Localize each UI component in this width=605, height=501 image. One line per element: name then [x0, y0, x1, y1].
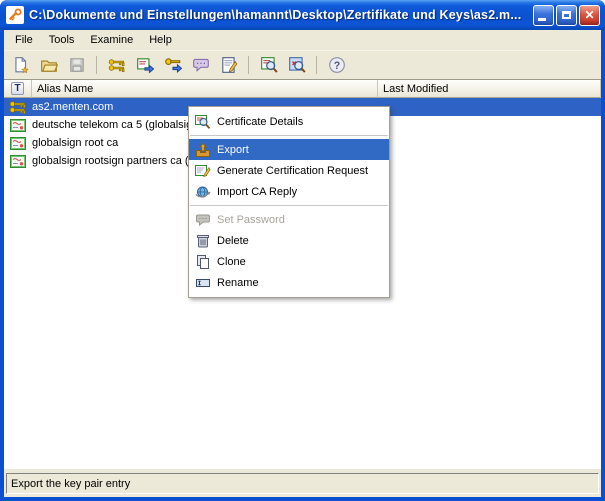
examine-certificate-button[interactable] — [257, 54, 280, 77]
clone-icon — [195, 254, 211, 270]
report-document-icon — [220, 56, 238, 74]
generate-csr-icon — [195, 163, 211, 179]
trusted-certificate-icon — [10, 119, 26, 132]
context-menu-label: Certificate Details — [217, 116, 303, 128]
import-certificate-icon — [136, 56, 154, 74]
context-menu-label: Set Password — [217, 214, 285, 226]
toolbar-separator — [316, 56, 317, 74]
menu-bar: File Tools Examine Help — [4, 30, 601, 50]
window-controls: ✕ — [533, 5, 600, 26]
help-button[interactable]: ? — [325, 54, 348, 77]
context-menu-label: Import CA Reply — [217, 186, 297, 198]
export-icon — [195, 142, 211, 158]
app-icon[interactable] — [6, 6, 24, 24]
menu-examine[interactable]: Examine — [82, 32, 141, 48]
maximize-button[interactable] — [556, 5, 577, 26]
examine-certificate-icon — [260, 56, 278, 74]
delete-trash-icon — [195, 233, 211, 249]
context-menu-item-clone[interactable]: Clone — [189, 251, 389, 272]
set-password-icon — [195, 212, 211, 228]
examine-crl-icon — [288, 56, 306, 74]
minimize-button[interactable] — [533, 5, 554, 26]
application-window: C:\Dokumente und Einstellungen\hamannt\D… — [0, 0, 605, 501]
context-menu-label: Delete — [217, 235, 249, 247]
context-menu-item-set-password: Set Password — [189, 209, 389, 230]
certificate-details-icon — [195, 114, 211, 130]
context-menu-label: Rename — [217, 277, 259, 289]
context-menu-item-generate-certification-request[interactable]: Generate Certification Request — [189, 160, 389, 181]
context-menu-separator — [190, 135, 388, 136]
type-column-icon: T — [11, 82, 24, 95]
import-key-pair-icon — [164, 56, 182, 74]
context-menu-item-export[interactable]: Export — [189, 139, 389, 160]
new-file-icon — [12, 56, 30, 74]
key-pair-entry-icon — [9, 100, 27, 114]
close-button[interactable]: ✕ — [579, 5, 600, 26]
portecle-key-icon — [8, 8, 22, 22]
context-menu-label: Export — [217, 144, 249, 156]
context-menu-separator — [190, 205, 388, 206]
password-bubble-icon — [192, 56, 210, 74]
generate-key-pair-button[interactable] — [105, 54, 128, 77]
context-menu-label: Generate Certification Request — [217, 165, 368, 177]
trusted-certificate-icon — [10, 137, 26, 150]
minimize-icon — [538, 18, 546, 21]
toolbar-separator — [248, 56, 249, 74]
import-trusted-certificate-button[interactable] — [133, 54, 156, 77]
set-keystore-password-button[interactable] — [189, 54, 212, 77]
open-folder-icon — [40, 56, 58, 74]
open-keystore-button[interactable] — [37, 54, 60, 77]
svg-text:?: ? — [333, 60, 340, 72]
menu-file[interactable]: File — [7, 32, 41, 48]
import-ca-reply-icon — [195, 184, 211, 200]
keystore-report-button[interactable] — [217, 54, 240, 77]
help-icon: ? — [328, 56, 346, 74]
maximize-icon — [562, 11, 571, 19]
context-menu-label: Clone — [217, 256, 246, 268]
column-header-type[interactable]: T — [4, 80, 32, 98]
context-menu-item-import-ca-reply[interactable]: Import CA Reply — [189, 181, 389, 202]
examine-crl-button[interactable] — [285, 54, 308, 77]
trusted-certificate-icon — [10, 155, 26, 168]
title-bar: C:\Dokumente und Einstellungen\hamannt\D… — [0, 0, 605, 30]
status-bar: Export the key pair entry — [4, 469, 601, 497]
import-key-pair-button[interactable] — [161, 54, 184, 77]
window-title: C:\Dokumente und Einstellungen\hamannt\D… — [29, 8, 528, 22]
context-menu-item-rename[interactable]: Rename — [189, 272, 389, 293]
close-icon: ✕ — [584, 9, 594, 21]
toolbar: ? — [4, 50, 601, 79]
toolbar-separator — [96, 56, 97, 74]
new-keystore-button[interactable] — [9, 54, 32, 77]
context-menu: Certificate Details Export Generate Cert… — [188, 106, 390, 298]
status-text: Export the key pair entry — [6, 473, 599, 494]
rename-icon — [195, 275, 211, 291]
column-header-alias-name[interactable]: Alias Name — [32, 80, 378, 98]
save-floppy-icon — [68, 56, 86, 74]
menu-tools[interactable]: Tools — [41, 32, 83, 48]
menu-help[interactable]: Help — [141, 32, 180, 48]
table-header: T Alias Name Last Modified — [4, 80, 601, 98]
column-header-last-modified[interactable]: Last Modified — [378, 80, 601, 98]
context-menu-item-delete[interactable]: Delete — [189, 230, 389, 251]
context-menu-item-certificate-details[interactable]: Certificate Details — [189, 111, 389, 132]
key-pair-icon — [108, 56, 126, 74]
save-keystore-button[interactable] — [65, 54, 88, 77]
